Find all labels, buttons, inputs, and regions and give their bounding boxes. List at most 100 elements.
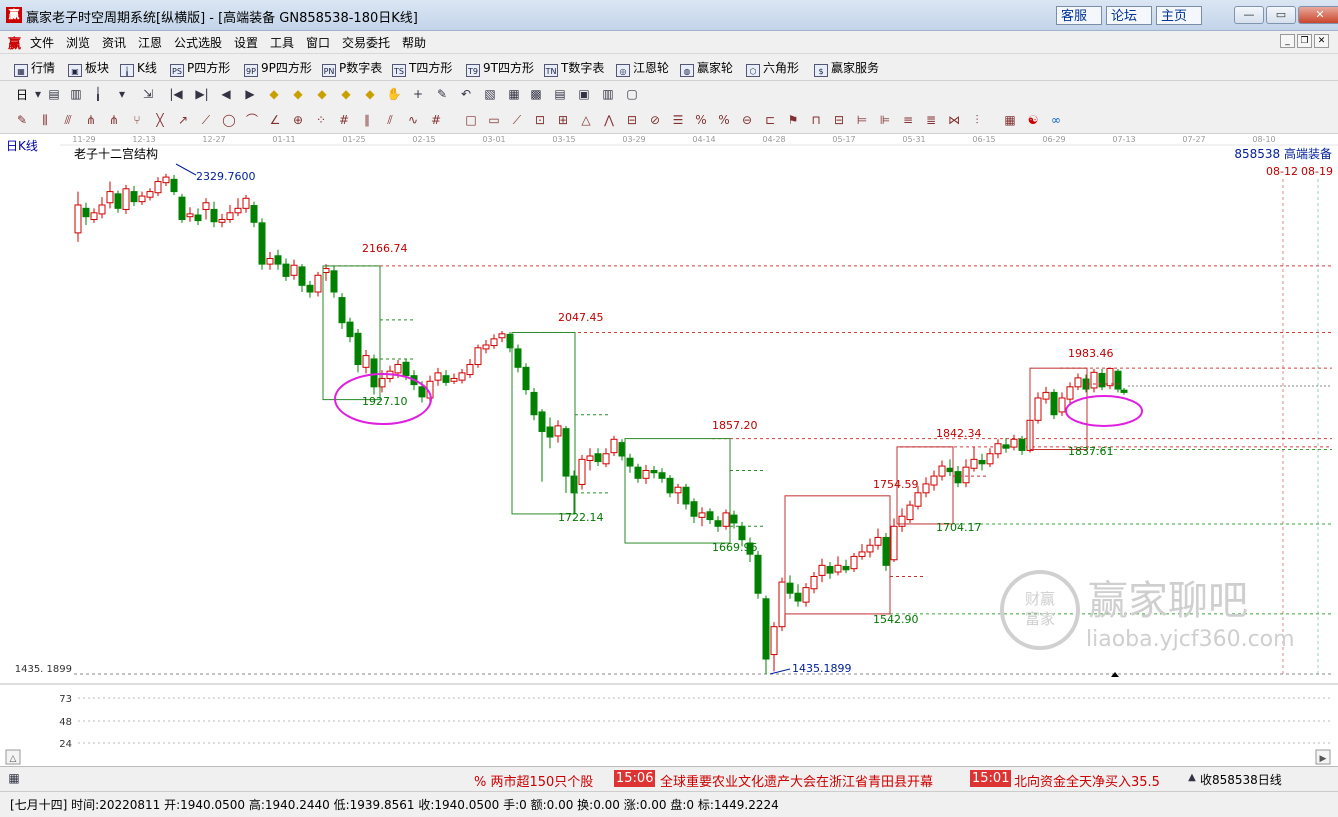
toolbar-ps-button[interactable]: PS P四方形 <box>170 59 230 77</box>
toolbar-t9-button[interactable]: T9 9T四方形 <box>466 59 534 77</box>
crosshair-icon[interactable]: + <box>410 86 426 102</box>
split2-icon[interactable]: ⊫ <box>877 112 893 128</box>
indicator-icon[interactable]: ▾ <box>114 86 130 102</box>
candle-mode-icon[interactable]: ╽ <box>90 86 106 102</box>
link-luntan[interactable]: 论坛 <box>1106 6 1152 25</box>
toolbar-wheel-button[interactable]: ◎ 江恩轮 <box>616 59 669 77</box>
list-icon[interactable]: ☰ <box>670 112 686 128</box>
minimize-button[interactable]: — <box>1234 6 1264 24</box>
link-zhuye[interactable]: 主页 <box>1156 6 1202 25</box>
menu-trade[interactable]: 交易委托 <box>342 34 390 51</box>
ray-icon[interactable]: ↗ <box>175 112 191 128</box>
lines2-icon[interactable]: ≣ <box>923 112 939 128</box>
split-icon[interactable]: ⊨ <box>854 112 870 128</box>
toolbar-grid-button[interactable]: ▦ 行情 <box>14 59 55 77</box>
yin-yang-icon[interactable]: ☯ <box>1025 112 1041 128</box>
toolbar-hexagon-button[interactable]: ⬡ 六角形 <box>746 59 799 77</box>
rule-icon[interactable]: ⊏ <box>762 112 778 128</box>
menu-window[interactable]: 窗口 <box>306 34 330 51</box>
menu-news[interactable]: 资讯 <box>102 34 126 51</box>
undo-icon[interactable]: ↶ <box>458 86 474 102</box>
grid-lines-icon[interactable]: # <box>336 112 352 128</box>
rect-icon[interactable]: ▭ <box>486 112 502 128</box>
first-icon[interactable]: |◀ <box>168 86 184 102</box>
period-select[interactable]: 日 <box>16 86 28 103</box>
disk-icon[interactable]: ▣ <box>576 86 592 102</box>
cycle-icon[interactable]: ∿ <box>405 112 421 128</box>
menu-browse[interactable]: 浏览 <box>66 34 90 51</box>
diamond-5-icon[interactable]: ◆ <box>362 86 378 102</box>
chart-style-icon[interactable]: ▥ <box>68 86 84 102</box>
toolbar-tn-button[interactable]: TN T数字表 <box>544 59 604 77</box>
toolbar-bigwheel-button[interactable]: ◍ 赢家轮 <box>680 59 733 77</box>
calc-icon[interactable]: ▩ <box>528 86 544 102</box>
mdi-close-button[interactable]: ✕ <box>1314 34 1329 48</box>
toolbar-blocks-button[interactable]: ▣ 板块 <box>68 59 109 77</box>
levels-icon[interactable]: ⊟ <box>831 112 847 128</box>
menu-formula[interactable]: 公式选股 <box>174 34 222 51</box>
stock-lookup-label[interactable]: 收858538日线 <box>1200 771 1282 788</box>
hash-icon[interactable]: # <box>428 112 444 128</box>
fork-icon[interactable]: ⑂ <box>129 112 145 128</box>
ticker-item-3[interactable]: 北向资金全天净买入35.5 <box>1014 771 1164 790</box>
toolbar-dollar-button[interactable]: $ 赢家服务 <box>814 59 879 77</box>
channel-icon[interactable]: ⫽ <box>382 112 398 128</box>
infinity-icon[interactable]: ∞ <box>1048 112 1064 128</box>
stairs-icon[interactable]: ⊓ <box>808 112 824 128</box>
link-kefu[interactable]: 客服 <box>1056 6 1102 25</box>
coin-icon[interactable]: ⊖ <box>739 112 755 128</box>
diamond-1-icon[interactable]: ◆ <box>266 86 282 102</box>
gann-fan-icon[interactable]: ⟋ <box>509 112 525 128</box>
gann-square-icon[interactable]: ⊞ <box>555 112 571 128</box>
menu-file[interactable]: 文件 <box>30 34 54 51</box>
ticker-item-2[interactable]: 全球重要农业文化遗产大会在浙江省青田县开幕 <box>660 771 933 790</box>
gann-box-icon[interactable]: ⊡ <box>532 112 548 128</box>
keyboard-icon[interactable]: ▦ <box>6 770 22 786</box>
draw-pen-icon[interactable]: ✎ <box>14 112 30 128</box>
lines-icon[interactable]: ≡ <box>900 112 916 128</box>
stack-icon[interactable]: ⫶ <box>969 112 985 128</box>
scroll-up-icon[interactable]: ▲ <box>1184 770 1200 786</box>
flag-icon[interactable]: ⚑ <box>785 112 801 128</box>
kline-chart[interactable]: 11-29 12-13 12-27 01-11 01-25 02-15 03-01 03-15… <box>0 134 1338 766</box>
fan-icon[interactable]: ⟋ <box>198 112 214 128</box>
prev-icon[interactable]: ◀ <box>218 86 234 102</box>
target-icon[interactable]: ⊕ <box>290 112 306 128</box>
line-h1-icon[interactable]: ⫼ <box>37 112 53 128</box>
zigzag-icon[interactable]: ⋀ <box>601 112 617 128</box>
arc-icon[interactable]: ⌒ <box>244 112 260 128</box>
toolbar-candlestick-button[interactable]: ╽ K线 <box>120 59 157 77</box>
triangle-icon[interactable]: △ <box>578 112 594 128</box>
menu-tools[interactable]: 工具 <box>270 34 294 51</box>
toolbar-ts-button[interactable]: TS T四方形 <box>392 59 452 77</box>
stats-icon[interactable]: ▤ <box>46 86 62 102</box>
cross-line-icon[interactable]: ╳ <box>152 112 168 128</box>
hand-icon[interactable]: ✋ <box>386 86 402 102</box>
percent-icon[interactable]: % <box>693 112 709 128</box>
close-button[interactable]: ✕ <box>1298 6 1338 24</box>
angle-icon[interactable]: ∠ <box>267 112 283 128</box>
diamond-4-icon[interactable]: ◆ <box>338 86 354 102</box>
print-icon[interactable]: ▥ <box>600 86 616 102</box>
menu-logo-icon[interactable]: 赢 <box>8 33 21 52</box>
parallel-icon[interactable]: ∥ <box>359 112 375 128</box>
diamond-3-icon[interactable]: ◆ <box>314 86 330 102</box>
save-icon[interactable]: ▧ <box>482 86 498 102</box>
kline-chart-area[interactable]: 11-29 12-13 12-27 01-11 01-25 02-15 03-01 03-15… <box>0 134 1338 766</box>
pencil-icon[interactable]: ✎ <box>434 86 450 102</box>
dots-icon[interactable]: ⁘ <box>313 112 329 128</box>
calendar-icon[interactable]: ▦ <box>506 86 522 102</box>
maximize-button[interactable]: ▭ <box>1266 6 1296 24</box>
spread-icon[interactable]: ⋈ <box>946 112 962 128</box>
window-grid-icon[interactable]: ▦ <box>1002 112 1018 128</box>
mdi-minimize-button[interactable]: _ <box>1280 34 1295 48</box>
menu-settings[interactable]: 设置 <box>234 34 258 51</box>
chart-type-icon[interactable]: ▾ <box>30 86 46 102</box>
box-icon[interactable]: □ <box>463 112 479 128</box>
device-icon[interactable]: ▢ <box>624 86 640 102</box>
line-h2-icon[interactable]: ⫻ <box>60 112 76 128</box>
menu-help[interactable]: 帮助 <box>402 34 426 51</box>
toolbar-9ps-button[interactable]: 9P 9P四方形 <box>244 59 312 77</box>
drag-icon[interactable]: ⇲ <box>140 86 156 102</box>
toolbar-pn-button[interactable]: PN P数字表 <box>322 59 382 77</box>
